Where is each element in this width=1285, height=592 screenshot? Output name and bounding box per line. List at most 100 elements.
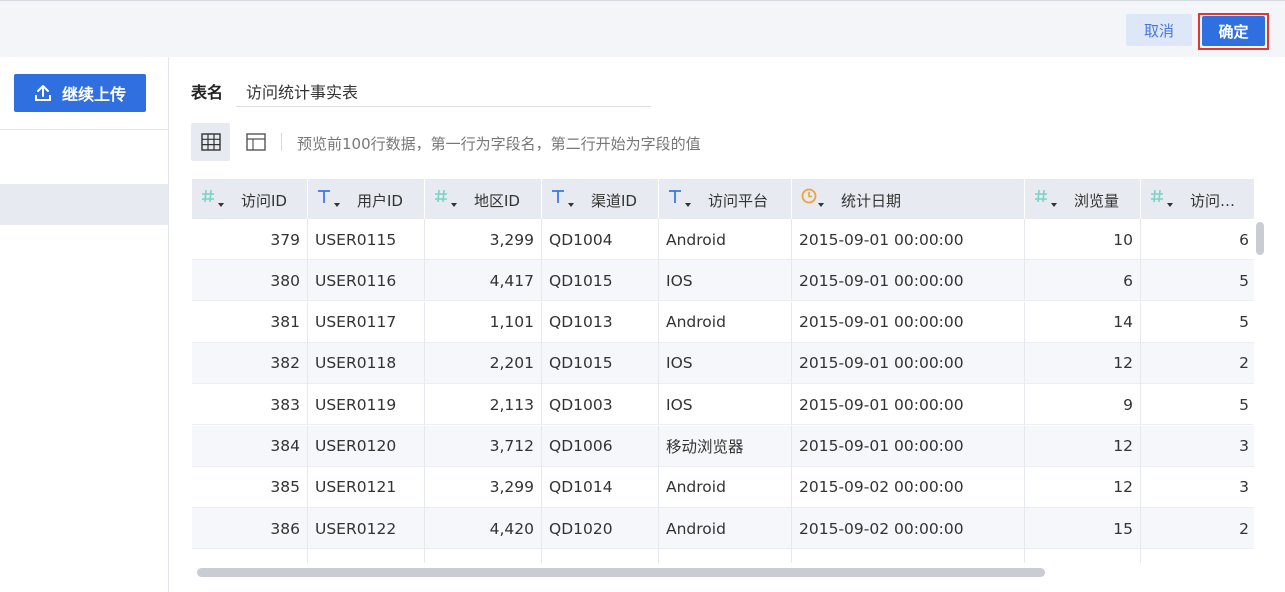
table-cell: 2015-09-01 00:00:00 [792,342,1025,384]
table-row: 383 USER0119 2,113 QD1003 IOS 2015-09-01 00:0… [192,384,1254,426]
table-cell: QD1003 [542,384,659,426]
table-cell: Android [659,466,792,508]
column-header[interactable]: 访问平台 [659,179,792,219]
table-cell: QD1004 [542,219,659,260]
table-cell: 384 [192,425,308,467]
grid-icon [200,133,221,151]
number-type-dropdown-icon[interactable] [1150,188,1178,210]
table-cell: 386 [192,508,308,550]
table-cell: USER0121 [308,466,425,508]
table-cell: IOS [659,342,792,384]
column-header[interactable]: 浏览量 [1025,179,1141,219]
table-cell: 380 [192,260,308,302]
table-cell: QD1020 [542,508,659,550]
table-cell: 2015-09-01 00:00:00 [792,301,1025,343]
table-cell: 2015-09-01 00:00:00 [792,219,1025,260]
table-cell: 2015-09-01 00:00:00 [792,260,1025,302]
table-cell: 10 [1025,219,1141,260]
column-header-label: 用户ID [357,192,403,210]
column-header-label: 浏览量 [1074,192,1120,210]
table-cell: QD1006 [542,425,659,467]
table-cell: 3 [1141,467,1254,508]
table-cell: 1,101 [425,301,542,343]
table-cell: 12 [1025,466,1141,508]
horizontal-scrollbar[interactable] [197,568,1045,577]
table-cell: 3,299 [425,219,542,260]
table-cell: 2015-09-02 00:00:00 [792,466,1025,508]
sidebar: 继续上传 [0,57,169,592]
table-cell: 5 [1141,302,1254,343]
table-cell: USER0119 [308,384,425,426]
table-cell: 2 [1141,508,1254,549]
ok-button[interactable]: 确定 [1202,16,1265,46]
column-header-label: 访问… [1190,192,1236,210]
table-cell: 2 [1141,343,1254,384]
column-header[interactable]: 用户ID [308,179,425,219]
table-cell: 5 [1141,260,1254,301]
table-cell: 移动浏览器 [659,425,792,467]
table-cell: 385 [192,466,308,508]
column-header-label: 统计日期 [841,192,902,210]
table-cell: QD1013 [542,301,659,343]
table-cell: 3 [1141,426,1254,467]
table-cell: IOS [659,260,792,302]
column-header[interactable]: 地区ID [425,179,542,219]
table-cell: QD1015 [542,342,659,384]
number-type-dropdown-icon[interactable] [434,188,462,210]
column-header-label: 渠道ID [591,192,637,210]
upload-icon [34,85,51,101]
table-row: 382 USER0118 2,201 QD1015 IOS 2015-09-01 00:0… [192,342,1254,384]
table-cell: QD1014 [542,466,659,508]
table-cell: 5 [1141,384,1254,425]
column-header-label: 访问ID [241,192,287,210]
table-name-label: 表名 [191,83,224,102]
column-header[interactable]: 访问ID [192,179,308,219]
grid-view-button[interactable] [191,123,230,161]
number-type-dropdown-icon[interactable] [1034,188,1062,210]
table-row: 381 USER0117 1,101 QD1013 Android 2015-09-01 … [192,301,1254,343]
table-cell: 2015-09-02 00:00:00 [792,508,1025,550]
table-row: 380 USER0116 4,417 QD1015 IOS 2015-09-01 00:0… [192,260,1254,302]
text-type-dropdown-icon[interactable] [668,188,696,210]
table-cell: 3,712 [425,425,542,467]
table-cell: 2015-09-01 00:00:00 [792,425,1025,467]
date-type-dropdown-icon[interactable] [801,188,829,210]
table-cell: USER0120 [308,425,425,467]
table-cell: USER0122 [308,508,425,550]
table-cell: 6 [1141,219,1254,260]
table-cell: IOS [659,384,792,426]
table-cell: 6 [1025,260,1141,302]
table-cell: 4,417 [425,260,542,302]
table-cell: Android [659,219,792,260]
table-cell: 12 [1025,425,1141,467]
column-header[interactable]: 访问… [1141,179,1254,219]
vertical-scrollbar[interactable] [1256,222,1264,255]
top-toolbar: 取消 确定 [0,0,1285,57]
sidebar-item-selected[interactable] [0,184,168,225]
number-type-dropdown-icon[interactable] [201,188,229,210]
preview-table: 访问ID 用户ID 地区ID 渠道ID 访问平台 统计日期 浏览量 访问… 379 USER01… [192,179,1254,575]
table-cell: 15 [1025,508,1141,550]
continue-upload-label: 继续上传 [61,85,126,104]
cancel-button[interactable]: 取消 [1126,14,1192,46]
table-cell: 379 [192,219,308,260]
text-type-dropdown-icon[interactable] [551,188,579,210]
continue-upload-button[interactable]: 继续上传 [14,74,146,112]
table-cell: 2015-09-01 00:00:00 [792,384,1025,426]
column-header-label: 访问平台 [708,192,769,210]
table-cell: Android [659,508,792,550]
table-cell: QD1015 [542,260,659,302]
text-type-dropdown-icon[interactable] [317,188,345,210]
table-cell: 383 [192,384,308,426]
table-name-input[interactable]: 访问统计事实表 [246,79,358,103]
column-header[interactable]: 统计日期 [792,179,1025,219]
layout-view-button[interactable] [240,123,272,161]
table-row: 379 USER0115 3,299 QD1004 Android 2015-09-01 … [192,219,1254,260]
table-cell: Android [659,301,792,343]
toolbar-separator [281,133,282,151]
table-cell: 382 [192,342,308,384]
table-name-underline [236,106,651,107]
table-cell: 381 [192,301,308,343]
table-row: 384 USER0120 3,712 QD1006 移动浏览器 2015-09-01 00… [192,425,1254,467]
column-header[interactable]: 渠道ID [542,179,659,219]
